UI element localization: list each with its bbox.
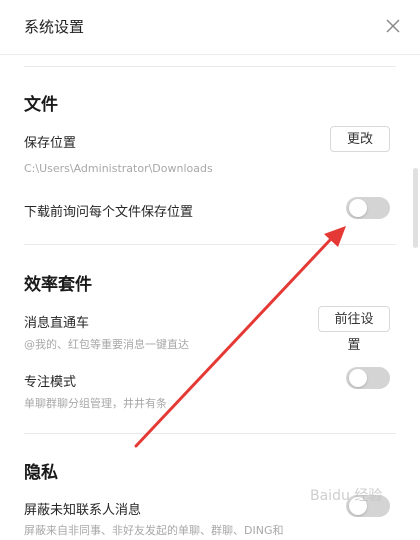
save-path-text: C:\Users\Administrator\Downloads — [24, 162, 213, 175]
dialog-title: 系统设置 — [24, 18, 85, 36]
section-title-efficiency: 效率套件 — [24, 275, 92, 295]
focus-mode-label: 专注模式 — [24, 375, 77, 390]
block-unknown-desc: 屏蔽来自非同事、非好友发起的单聊、群聊、DING和 — [24, 524, 284, 537]
block-unknown-label: 屏蔽未知联系人消息 — [24, 503, 142, 518]
message-express-desc: @我的、红包等重要消息一键直达 — [24, 338, 189, 351]
divider — [24, 244, 396, 245]
section-title-privacy: 隐私 — [24, 463, 58, 483]
toggle-knob — [349, 199, 367, 217]
divider — [24, 433, 396, 434]
focus-mode-desc: 单聊群聊分组管理，井井有条 — [24, 397, 167, 410]
ask-before-download-toggle[interactable] — [346, 197, 390, 219]
settings-dialog: 系统设置 文件 保存位置 更改 C:\Users\Administrator\D… — [0, 0, 420, 540]
close-icon[interactable] — [380, 13, 406, 39]
goto-settings-button[interactable]: 前往设置 — [318, 306, 390, 353]
title-bar: 系统设置 — [0, 0, 420, 55]
section-title-files: 文件 — [24, 95, 58, 115]
scrollbar-thumb[interactable] — [413, 168, 418, 248]
toggle-knob — [349, 369, 367, 387]
message-express-label: 消息直通车 — [24, 316, 90, 331]
change-location-button[interactable]: 更改 — [330, 126, 390, 152]
divider — [24, 66, 396, 67]
watermark: Baidu 经验 — [310, 488, 383, 504]
ask-before-download-label: 下载前询问每个文件保存位置 — [24, 205, 194, 220]
save-location-label: 保存位置 — [24, 136, 77, 151]
focus-mode-toggle[interactable] — [346, 367, 390, 389]
